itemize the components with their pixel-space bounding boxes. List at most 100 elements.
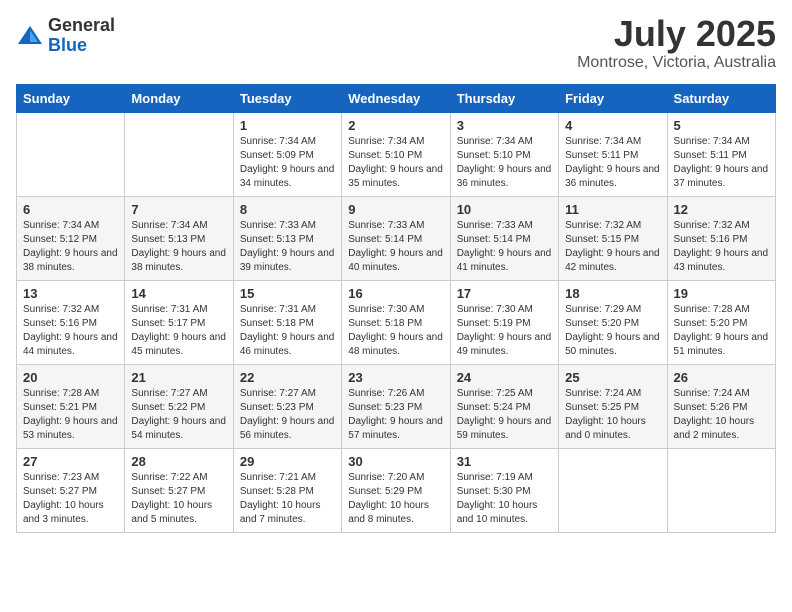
calendar-cell: 12Sunrise: 7:32 AM Sunset: 5:16 PM Dayli…	[667, 197, 775, 281]
day-number: 15	[240, 286, 335, 301]
calendar-cell: 14 Sunrise: 7:31 AM Sunset: 5:17 PM Dayli…	[125, 281, 233, 365]
calendar-cell: 2 Sunrise: 7:34 AM Sunset: 5:10 PM Daylig…	[342, 113, 450, 197]
day-info: Sunrise: 7:28 AM Sunset: 5:21 PM Dayligh…	[23, 387, 118, 443]
day-number: 11	[565, 202, 660, 217]
day-number: 20	[23, 370, 118, 385]
day-info: Sunrise: 7:34 AM Sunset: 5:09 PM Dayligh…	[240, 135, 335, 191]
calendar-week-row: 6Sunrise: 7:34 AM Sunset: 5:12 PM Daylig…	[17, 197, 776, 281]
day-number: 25	[565, 370, 660, 385]
calendar-cell	[559, 449, 667, 533]
logo-icon	[16, 22, 44, 50]
calendar-cell: 22 Sunrise: 7:27 AM Sunset: 5:23 PM Dayli…	[233, 365, 341, 449]
calendar-cell: 30Sunrise: 7:20 AM Sunset: 5:29 PM Dayli…	[342, 449, 450, 533]
day-number: 14	[131, 286, 226, 301]
day-info: Sunrise: 7:31 AM Sunset: 5:17 PM Dayligh…	[131, 303, 226, 359]
title-block: July 2025 Montrose, Victoria, Australia	[577, 16, 776, 72]
day-info: Sunrise: 7:23 AM Sunset: 5:27 PM Dayligh…	[23, 471, 118, 527]
calendar-cell: 25 Sunrise: 7:24 AM Sunset: 5:25 PM Dayli…	[559, 365, 667, 449]
weekday-header-thursday: Thursday	[450, 85, 558, 113]
day-info: Sunrise: 7:32 AM Sunset: 5:16 PM Dayligh…	[23, 303, 118, 359]
logo-blue: Blue	[48, 36, 115, 56]
day-number: 6	[23, 202, 118, 217]
day-number: 22	[240, 370, 335, 385]
calendar-cell: 3Sunrise: 7:34 AM Sunset: 5:10 PM Daylig…	[450, 113, 558, 197]
calendar-cell: 29 Sunrise: 7:21 AM Sunset: 5:28 PM Dayli…	[233, 449, 341, 533]
location: Montrose, Victoria, Australia	[577, 54, 776, 72]
calendar-cell: 16 Sunrise: 7:30 AM Sunset: 5:18 PM Dayli…	[342, 281, 450, 365]
weekday-header-tuesday: Tuesday	[233, 85, 341, 113]
calendar-cell: 11Sunrise: 7:32 AM Sunset: 5:15 PM Dayli…	[559, 197, 667, 281]
day-info: Sunrise: 7:33 AM Sunset: 5:14 PM Dayligh…	[348, 219, 443, 275]
calendar-cell: 23Sunrise: 7:26 AM Sunset: 5:23 PM Dayli…	[342, 365, 450, 449]
calendar-cell: 31 Sunrise: 7:19 AM Sunset: 5:30 PM Dayli…	[450, 449, 558, 533]
calendar-cell: 6Sunrise: 7:34 AM Sunset: 5:12 PM Daylig…	[17, 197, 125, 281]
day-info: Sunrise: 7:27 AM Sunset: 5:23 PM Dayligh…	[240, 387, 335, 443]
calendar-cell: 5 Sunrise: 7:34 AM Sunset: 5:11 PM Daylig…	[667, 113, 775, 197]
day-number: 26	[674, 370, 769, 385]
day-info: Sunrise: 7:31 AM Sunset: 5:18 PM Dayligh…	[240, 303, 335, 359]
day-number: 30	[348, 454, 443, 469]
day-info: Sunrise: 7:34 AM Sunset: 5:11 PM Dayligh…	[565, 135, 660, 191]
calendar-cell	[125, 113, 233, 197]
day-number: 18	[565, 286, 660, 301]
day-info: Sunrise: 7:22 AM Sunset: 5:27 PM Dayligh…	[131, 471, 226, 527]
day-info: Sunrise: 7:24 AM Sunset: 5:25 PM Dayligh…	[565, 387, 660, 443]
day-number: 19	[674, 286, 769, 301]
day-info: Sunrise: 7:30 AM Sunset: 5:18 PM Dayligh…	[348, 303, 443, 359]
calendar-cell: 27 Sunrise: 7:23 AM Sunset: 5:27 PM Dayli…	[17, 449, 125, 533]
day-info: Sunrise: 7:33 AM Sunset: 5:13 PM Dayligh…	[240, 219, 335, 275]
day-number: 5	[674, 118, 769, 133]
day-info: Sunrise: 7:28 AM Sunset: 5:20 PM Dayligh…	[674, 303, 769, 359]
calendar: SundayMondayTuesdayWednesdayThursdayFrid…	[16, 84, 776, 533]
calendar-cell: 24Sunrise: 7:25 AM Sunset: 5:24 PM Dayli…	[450, 365, 558, 449]
day-number: 3	[457, 118, 552, 133]
day-number: 21	[131, 370, 226, 385]
day-info: Sunrise: 7:30 AM Sunset: 5:19 PM Dayligh…	[457, 303, 552, 359]
day-number: 16	[348, 286, 443, 301]
logo-general: General	[48, 16, 115, 36]
day-info: Sunrise: 7:33 AM Sunset: 5:14 PM Dayligh…	[457, 219, 552, 275]
page-header: General Blue July 2025 Montrose, Victori…	[16, 16, 776, 72]
month-year: July 2025	[577, 16, 776, 52]
day-number: 10	[457, 202, 552, 217]
calendar-week-row: 20 Sunrise: 7:28 AM Sunset: 5:21 PM Dayli…	[17, 365, 776, 449]
calendar-cell: 8 Sunrise: 7:33 AM Sunset: 5:13 PM Daylig…	[233, 197, 341, 281]
day-number: 7	[131, 202, 226, 217]
day-number: 27	[23, 454, 118, 469]
calendar-cell	[17, 113, 125, 197]
day-number: 8	[240, 202, 335, 217]
day-number: 2	[348, 118, 443, 133]
calendar-cell: 28 Sunrise: 7:22 AM Sunset: 5:27 PM Dayli…	[125, 449, 233, 533]
logo-text: General Blue	[48, 16, 115, 56]
calendar-cell: 13 Sunrise: 7:32 AM Sunset: 5:16 PM Dayli…	[17, 281, 125, 365]
calendar-header-row: SundayMondayTuesdayWednesdayThursdayFrid…	[17, 85, 776, 113]
day-info: Sunrise: 7:25 AM Sunset: 5:24 PM Dayligh…	[457, 387, 552, 443]
day-info: Sunrise: 7:19 AM Sunset: 5:30 PM Dayligh…	[457, 471, 552, 527]
calendar-cell: 7Sunrise: 7:34 AM Sunset: 5:13 PM Daylig…	[125, 197, 233, 281]
day-number: 28	[131, 454, 226, 469]
day-number: 13	[23, 286, 118, 301]
calendar-cell: 4 Sunrise: 7:34 AM Sunset: 5:11 PM Daylig…	[559, 113, 667, 197]
day-number: 29	[240, 454, 335, 469]
day-info: Sunrise: 7:26 AM Sunset: 5:23 PM Dayligh…	[348, 387, 443, 443]
day-number: 9	[348, 202, 443, 217]
calendar-cell: 18 Sunrise: 7:29 AM Sunset: 5:20 PM Dayli…	[559, 281, 667, 365]
calendar-cell: 21 Sunrise: 7:27 AM Sunset: 5:22 PM Dayli…	[125, 365, 233, 449]
day-info: Sunrise: 7:21 AM Sunset: 5:28 PM Dayligh…	[240, 471, 335, 527]
day-info: Sunrise: 7:29 AM Sunset: 5:20 PM Dayligh…	[565, 303, 660, 359]
day-info: Sunrise: 7:24 AM Sunset: 5:26 PM Dayligh…	[674, 387, 769, 443]
day-number: 4	[565, 118, 660, 133]
calendar-week-row: 13 Sunrise: 7:32 AM Sunset: 5:16 PM Dayli…	[17, 281, 776, 365]
day-info: Sunrise: 7:27 AM Sunset: 5:22 PM Dayligh…	[131, 387, 226, 443]
calendar-cell: 15 Sunrise: 7:31 AM Sunset: 5:18 PM Dayli…	[233, 281, 341, 365]
calendar-cell: 1Sunrise: 7:34 AM Sunset: 5:09 PM Daylig…	[233, 113, 341, 197]
day-info: Sunrise: 7:34 AM Sunset: 5:10 PM Dayligh…	[348, 135, 443, 191]
weekday-header-wednesday: Wednesday	[342, 85, 450, 113]
weekday-header-sunday: Sunday	[17, 85, 125, 113]
day-number: 17	[457, 286, 552, 301]
day-number: 12	[674, 202, 769, 217]
weekday-header-friday: Friday	[559, 85, 667, 113]
day-info: Sunrise: 7:34 AM Sunset: 5:11 PM Dayligh…	[674, 135, 769, 191]
day-number: 31	[457, 454, 552, 469]
calendar-cell: 17 Sunrise: 7:30 AM Sunset: 5:19 PM Dayli…	[450, 281, 558, 365]
